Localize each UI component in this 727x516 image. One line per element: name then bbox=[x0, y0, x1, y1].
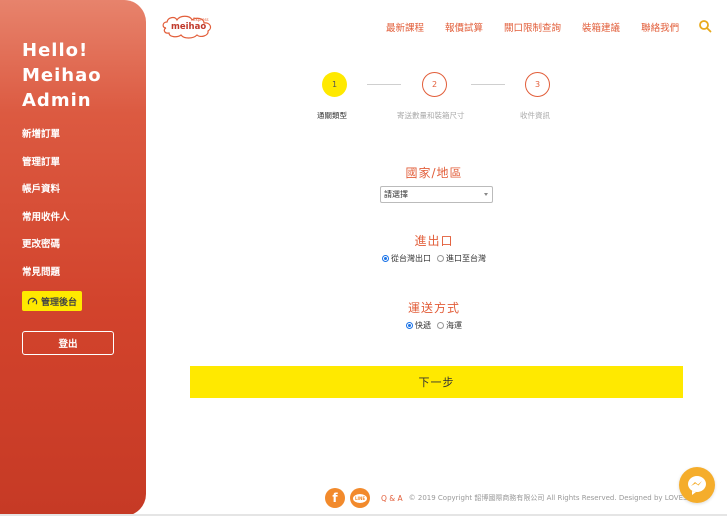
radio-dot[interactable] bbox=[406, 322, 413, 329]
radio-label: 海運 bbox=[446, 321, 462, 330]
chevron-down-icon bbox=[484, 193, 488, 196]
greeting-line-3: Admin bbox=[22, 90, 92, 111]
greeting: Hello! Meihao Admin bbox=[22, 38, 102, 113]
radio-import-to-taiwan[interactable]: 進口至台灣 bbox=[437, 253, 486, 264]
step-2-label: 寄送數量和裝箱尺寸 bbox=[397, 111, 465, 120]
chat-bubble-icon bbox=[688, 476, 706, 495]
top-nav: 最新課程 報價試算 關口限制查詢 裝箱建議 聯絡我們 bbox=[386, 20, 700, 34]
nav-quote-calculator[interactable]: 報價試算 bbox=[445, 20, 483, 34]
radio-dot[interactable] bbox=[382, 255, 389, 262]
messenger-chat-icon[interactable] bbox=[679, 467, 715, 503]
sidebar-item-new-order[interactable]: 新增訂單 bbox=[22, 130, 70, 158]
radio-export-from-taiwan[interactable]: 從台灣出口 bbox=[382, 253, 431, 264]
radio-label: 進口至台灣 bbox=[446, 254, 486, 263]
faq-link[interactable]: Q & A bbox=[381, 494, 403, 503]
meihao-logo[interactable]: meihao Express bbox=[160, 10, 218, 40]
next-step-button[interactable]: 下一步 bbox=[190, 366, 683, 398]
radio-dot[interactable] bbox=[437, 255, 444, 262]
nav-latest-courses[interactable]: 最新課程 bbox=[386, 20, 424, 34]
sidebar-item-account[interactable]: 帳戶資料 bbox=[22, 185, 70, 213]
country-select[interactable]: 請選擇 bbox=[380, 186, 493, 203]
nav-customs-restrictions[interactable]: 關口限制查詢 bbox=[504, 20, 561, 34]
import-export-options: 從台灣出口 進口至台灣 bbox=[0, 253, 727, 264]
step-2-indicator: 2 bbox=[422, 72, 447, 97]
radio-label: 從台灣出口 bbox=[391, 254, 431, 263]
search-icon[interactable] bbox=[698, 19, 712, 33]
step-1-indicator: 1 bbox=[322, 72, 347, 97]
step-connector bbox=[471, 84, 505, 85]
logo-subtext: Express bbox=[193, 17, 209, 22]
step-3-indicator: 3 bbox=[525, 72, 550, 97]
radio-dot[interactable] bbox=[437, 322, 444, 329]
step-connector bbox=[367, 84, 401, 85]
logo-text: meihao bbox=[171, 22, 206, 32]
line-app-icon[interactable]: LINE bbox=[350, 488, 370, 508]
radio-sea-freight[interactable]: 海運 bbox=[437, 320, 462, 331]
nav-packing-advice[interactable]: 裝箱建議 bbox=[582, 20, 620, 34]
facebook-icon[interactable]: f bbox=[325, 488, 345, 508]
footer: f LINE Q & A © 2019 Copyright 韶博國際商務有限公司… bbox=[325, 488, 694, 508]
country-section-title: 國家/地區 bbox=[405, 166, 463, 180]
step-1-label: 通關類型 bbox=[317, 111, 347, 120]
greeting-line-1: Hello! bbox=[22, 40, 89, 61]
step-3-label: 收件資訊 bbox=[520, 111, 550, 120]
shipping-method-options: 快遞 海運 bbox=[0, 320, 727, 331]
country-select-value: 請選擇 bbox=[384, 190, 408, 199]
logout-button[interactable]: 登出 bbox=[22, 331, 114, 355]
sidebar-nav: 新增訂單 管理訂單 帳戶資料 常用收件人 更改密碼 常見問題 bbox=[22, 130, 70, 295]
import-export-title: 進出口 bbox=[414, 234, 454, 248]
copyright-text: © 2019 Copyright 韶博國際商務有限公司 All Rights R… bbox=[408, 494, 694, 502]
greeting-line-2: Meihao bbox=[22, 65, 102, 86]
radio-label: 快遞 bbox=[415, 321, 431, 330]
radio-express[interactable]: 快遞 bbox=[406, 320, 431, 331]
shipping-method-title: 運送方式 bbox=[407, 301, 460, 315]
nav-contact-us[interactable]: 聯絡我們 bbox=[641, 20, 679, 34]
